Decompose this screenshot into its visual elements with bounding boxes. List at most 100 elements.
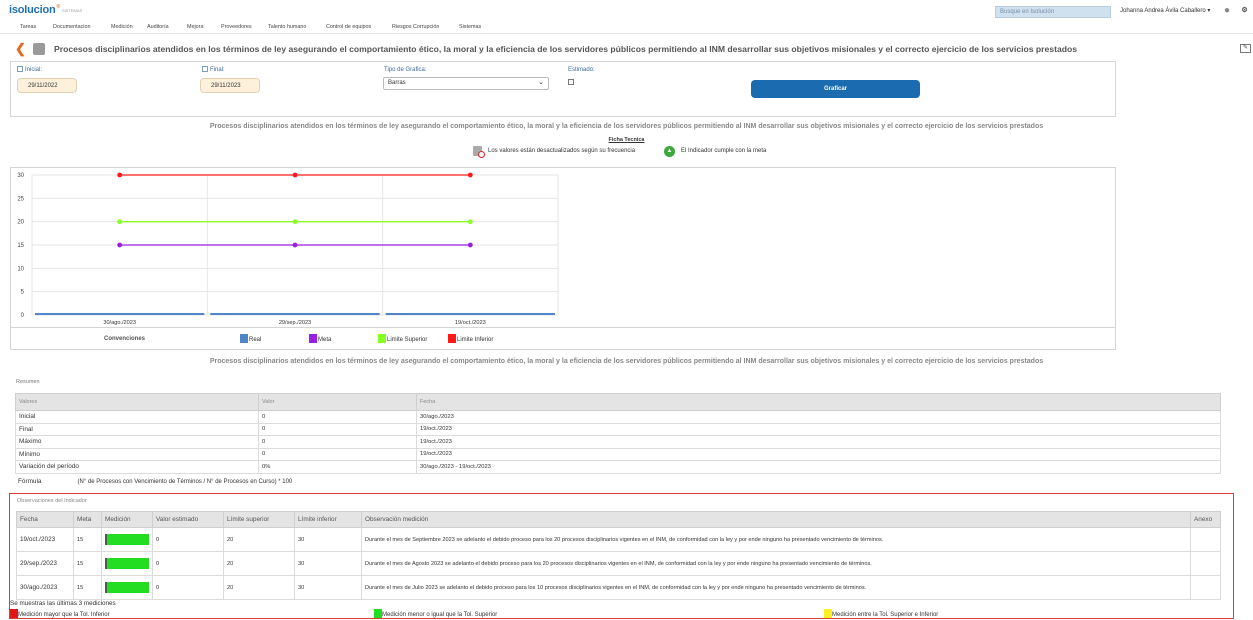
col-medicion: Medición [101,511,153,528]
document-icon [33,43,45,55]
medicion-bar [105,558,149,569]
app-logo[interactable]: isolucion® [9,4,60,16]
tipo-grafica-select[interactable]: Barras ⌄ [383,77,549,90]
cell: 0 [258,435,417,449]
col-meta: Meta [73,511,102,528]
goal-met-icon: ▲ [664,146,675,157]
cell: 19/oct./2023 [416,447,1221,461]
col-valores: Valores [15,393,259,411]
top-bar: isolucion® SISTEMAS Busque en Isolución … [0,0,1253,22]
cell-limite-superior: 20 [223,527,295,552]
nav-item-tareas[interactable]: Tareas [20,24,36,30]
y-tick-label: 30 [17,173,24,179]
col-valor-estimado: Valor estimado [152,511,224,528]
cell-valor-estimado: 0 [152,575,224,600]
legend-item-meta: Meta [309,334,331,343]
bar-real [210,313,380,315]
legend-item-limite-superior: Limite Superior [378,334,427,343]
nav-item-auditoria[interactable]: Auditoría [147,24,169,30]
cell: 0 [258,422,417,436]
resumen-table: Valores Valor Fecha Inicial 0 30/ago./2023… [15,393,1221,474]
cell: 30/ago./2023 [416,410,1221,424]
series-point [117,172,123,178]
cell-meta: 15 [73,527,102,552]
chart-legend: Convenciones Real Meta Limite Superior L… [10,328,1116,350]
legend-swatch [448,334,456,343]
nav-item-control-equipos[interactable]: Control de equipos [326,24,371,30]
table-row: 19/oct./2023 15 0 20 30 Durante el mes de Sep… [16,527,1221,552]
summary-title: Procesos disciplinarios atendidos en los… [209,358,1044,365]
col-limite-inferior: Límite inferior [294,511,362,528]
medicion-bar [105,534,149,545]
series-point [292,219,298,225]
table-row: Mínimo 0 19/oct./2023 [15,447,1221,461]
legend-title: Convenciones [104,336,146,342]
cell-limite-superior: 20 [223,551,295,576]
nav-item-proveedores[interactable]: Proveedores [221,24,252,30]
nav-item-riesgos-corrupcion[interactable]: Riesgos Corrupción [392,24,439,30]
legend-swatch [378,334,386,343]
x-tick-label: 29/sep./2023 [279,320,311,326]
series-point [292,242,298,248]
chevron-down-icon: ⌄ [538,79,544,86]
search-input[interactable]: Busque en Isolución [995,6,1111,18]
cell: 0 [258,410,417,424]
legend-swatch [824,609,832,618]
cell: Inicial [15,410,259,424]
cell: 19/oct./2023 [416,435,1221,449]
nav-item-sistemas[interactable]: Sistemas [459,24,481,30]
legend-entre-tolerancias: Medición entre la Tol. Superior e Inferi… [824,609,938,618]
series-point [117,219,123,225]
nav-item-mejora[interactable]: Mejora [187,24,203,30]
cell-limite-superior: 20 [223,575,295,600]
page-title: Procesos disciplinarios atendidos en los… [54,44,1078,54]
y-tick-label: 10 [17,266,24,272]
user-avatar-icon[interactable]: ● [1221,4,1233,17]
chart-svg: 0 5 10 15 20 25 30 30/ago./2023 29/sep./2023 19/o… [17,172,559,326]
bar-real [385,313,555,315]
ficha-tecnica-link[interactable]: Ficha Tecnica [0,137,1253,143]
status-goal-text: El Indicador cumple con la meta [681,148,767,154]
cell-medicion [101,575,153,600]
inicial-date-input[interactable]: 29/11/2022 [17,78,77,93]
observaciones-title: Observaciones del Indicador [17,498,87,504]
nav-item-medicion[interactable]: Medición [111,24,133,30]
cell-observacion: Durante el mes de Agosto 2023 se adelant… [361,551,1191,576]
cell: 0% [258,460,417,474]
col-fecha: Fecha [416,393,1221,411]
settings-icon[interactable]: ⚙ [1240,6,1249,15]
table-row: 29/sep./2023 15 0 20 30 Durante el mes de Ago… [16,551,1221,576]
series-point [467,219,473,225]
legend-swatch [309,334,317,343]
user-menu[interactable]: Johanna Andrea Ávila Caballero ▾ [1120,7,1210,14]
chart-title: Procesos disciplinarios atendidos en los… [209,123,1044,130]
legend-item-real: Real [240,334,261,343]
y-tick-label: 15 [17,243,24,249]
tools-icon[interactable]: ✎ [1240,44,1251,53]
cell-fecha: 19/oct./2023 [16,527,74,552]
nav-item-talento-humano[interactable]: Talento humano [268,24,306,30]
y-tick-label: 0 [21,313,25,319]
final-date-input[interactable]: 29/11/2023 [200,78,260,93]
y-tick-label: 20 [17,220,24,226]
cell: 19/oct./2023 [416,422,1221,436]
table-row: 30/ago./2023 15 0 20 30 Durante el mes de Jul… [16,575,1221,600]
cell: Mínimo [15,447,259,461]
col-limite-superior: Límite superior [223,511,295,528]
series-point [467,242,473,248]
cell-meta: 15 [73,575,102,600]
back-arrow-icon[interactable]: ❮ [15,42,26,55]
legend-swatch [10,609,18,618]
graficar-button[interactable]: Graficar [751,80,920,98]
legend-mayor-inferior: Medición mayor que la Tol. Inferior [10,609,110,618]
estimado-checkbox[interactable] [568,79,574,85]
nav-item-documentacion[interactable]: Documentacion [53,24,90,30]
col-fecha: Fecha [16,511,74,528]
filter-panel: Inicial: 29/11/2022 Final: 29/11/2023 Ti… [10,61,1116,117]
cell: Máximo [15,435,259,449]
cell-observacion: Durante el mes de Septiembre 2023 se ade… [361,527,1191,552]
series-point [467,172,473,178]
cell-anexo [1190,527,1221,552]
outdated-calendar-icon [473,146,485,158]
cell-limite-inferior: 30 [294,575,362,600]
